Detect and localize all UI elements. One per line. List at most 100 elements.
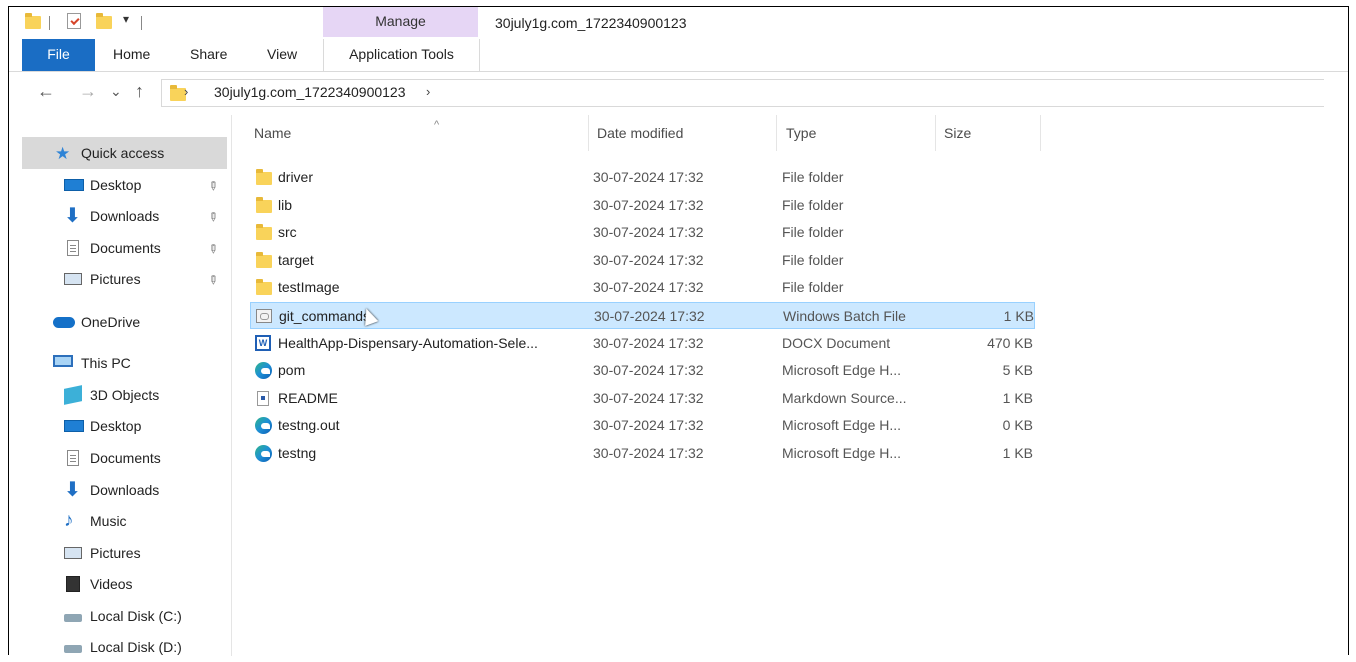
file-type: Microsoft Edge H... (782, 445, 902, 461)
tab-home[interactable]: Home (113, 39, 150, 71)
file-size: 5 KB (1002, 362, 1033, 378)
file-type: Markdown Source... (782, 390, 907, 406)
folder-icon (256, 197, 272, 213)
batch-file-icon (256, 309, 272, 323)
file-name: HealthApp-Dispensary-Automation-Sele... (278, 335, 538, 351)
3d-objects-icon (64, 385, 82, 405)
file-size: 1 KB (1003, 308, 1034, 324)
pin-icon[interactable]: ✎ (205, 271, 222, 288)
navigation-bar: ← → ⌄ ↑ › 30july1g.com_1722340900123 › (9, 75, 1348, 111)
videos-icon (66, 576, 80, 592)
file-date-modified: 30-07-2024 17:32 (593, 279, 704, 295)
file-type: File folder (782, 279, 844, 295)
this-pc-icon (53, 355, 73, 367)
toolbar-separator (141, 16, 142, 30)
pin-icon[interactable]: ✎ (205, 240, 222, 257)
file-size (940, 164, 1033, 191)
back-button[interactable]: ← (37, 81, 55, 102)
edge-html-icon (255, 445, 272, 462)
properties-icon[interactable] (67, 13, 81, 29)
file-size (940, 219, 1033, 246)
file-type: Windows Batch File (783, 308, 906, 324)
tab-file[interactable]: File (22, 39, 95, 71)
file-date-modified: 30-07-2024 17:32 (593, 197, 704, 213)
local-disk-icon (64, 614, 82, 622)
file-name: testng.out (278, 417, 340, 433)
file-row[interactable]: testImage 30-07-2024 17:32 File folder (250, 274, 1035, 301)
file-explorer-window: ▾ Manage 30july1g.com_1722340900123 File… (8, 6, 1349, 656)
file-type: Microsoft Edge H... (782, 362, 902, 378)
file-row[interactable]: testng 30-07-2024 17:32 Microsoft Edge H..… (250, 440, 1035, 467)
file-size: 470 KB (987, 335, 1033, 351)
file-row[interactable]: target 30-07-2024 17:32 File folder (250, 247, 1035, 274)
music-icon: ♪ (64, 510, 74, 531)
column-header-size[interactable]: Size (944, 115, 1041, 151)
desktop-icon (64, 179, 84, 191)
column-header-type[interactable]: Type (786, 115, 936, 151)
pin-icon[interactable]: ✎ (205, 208, 222, 225)
file-name: testng (278, 445, 317, 461)
tab-share[interactable]: Share (190, 39, 227, 71)
folder-icon[interactable] (25, 13, 41, 29)
folder-icon (256, 279, 272, 295)
file-type: File folder (782, 224, 844, 240)
star-icon: ★ (55, 144, 71, 163)
file-size (940, 247, 1033, 274)
navigation-pane: ★ Quick access Desktop ✎ ⬇ Downloads ✎ D… (9, 115, 232, 656)
file-date-modified: 30-07-2024 17:32 (593, 335, 704, 351)
file-name: driver (278, 169, 314, 185)
breadcrumb-chevron[interactable]: › (426, 84, 430, 99)
file-date-modified: 30-07-2024 17:32 (593, 362, 704, 378)
pictures-icon (64, 273, 82, 285)
breadcrumb-current-folder[interactable]: 30july1g.com_1722340900123 (214, 84, 406, 100)
file-row[interactable]: lib 30-07-2024 17:32 File folder (250, 192, 1035, 219)
file-type: DOCX Document (782, 335, 891, 351)
edge-html-icon (255, 362, 272, 379)
file-row[interactable]: W HealthApp-Dispensary-Automation-Sele...… (250, 330, 1035, 357)
markdown-file-icon (257, 391, 269, 406)
file-name: src (278, 224, 297, 240)
file-size (940, 274, 1033, 301)
file-type: Microsoft Edge H... (782, 417, 902, 433)
folder-icon (256, 169, 272, 185)
file-date-modified: 30-07-2024 17:32 (594, 308, 705, 324)
column-header-name[interactable]: Name ^ (254, 115, 589, 151)
file-row[interactable]: driver 30-07-2024 17:32 File folder (250, 164, 1035, 191)
file-type: File folder (782, 197, 844, 213)
new-folder-icon[interactable] (96, 13, 112, 29)
pin-icon[interactable]: ✎ (205, 177, 222, 194)
file-size (940, 192, 1033, 219)
recent-locations-button[interactable]: ⌄ (110, 83, 122, 100)
file-type: File folder (782, 169, 844, 185)
documents-icon (67, 240, 79, 256)
file-list: Name ^ Date modified Type Size driver 30-… (237, 115, 1337, 656)
folder-icon (256, 252, 272, 268)
quick-access-toolbar-dropdown[interactable]: ▾ (123, 12, 129, 26)
manage-contextual-tab[interactable]: Manage (323, 7, 478, 37)
file-date-modified: 30-07-2024 17:32 (593, 252, 704, 268)
title-bar: ▾ Manage 30july1g.com_1722340900123 (9, 7, 1348, 39)
tab-view[interactable]: View (267, 39, 297, 71)
onedrive-icon (53, 317, 75, 328)
forward-button[interactable]: → (79, 81, 97, 102)
ribbon-tabs: File Home Share View Application Tools (9, 39, 1348, 72)
local-disk-icon (64, 645, 82, 653)
file-row[interactable]: README 30-07-2024 17:32 Markdown Source...… (250, 385, 1035, 412)
file-date-modified: 30-07-2024 17:32 (593, 417, 704, 433)
file-size: 1 KB (1002, 445, 1033, 461)
download-icon: ⬇ (64, 479, 81, 501)
file-row[interactable]: pom 30-07-2024 17:32 Microsoft Edge H... 5 … (250, 357, 1035, 384)
file-size: 0 KB (1002, 417, 1033, 433)
file-name: target (278, 252, 314, 268)
window-title: 30july1g.com_1722340900123 (495, 15, 687, 31)
breadcrumb-separator[interactable]: › (184, 84, 188, 99)
column-header-date-modified[interactable]: Date modified (597, 115, 777, 151)
tab-application-tools[interactable]: Application Tools (323, 39, 480, 71)
address-bar[interactable]: › 30july1g.com_1722340900123 › (161, 79, 1324, 107)
up-button[interactable]: ↑ (135, 81, 144, 102)
desktop-icon (64, 420, 84, 432)
file-row[interactable]: src 30-07-2024 17:32 File folder (250, 219, 1035, 246)
file-size: 1 KB (1002, 390, 1033, 406)
file-row[interactable]: testng.out 30-07-2024 17:32 Microsoft Edge… (250, 412, 1035, 439)
file-name: pom (278, 362, 306, 378)
